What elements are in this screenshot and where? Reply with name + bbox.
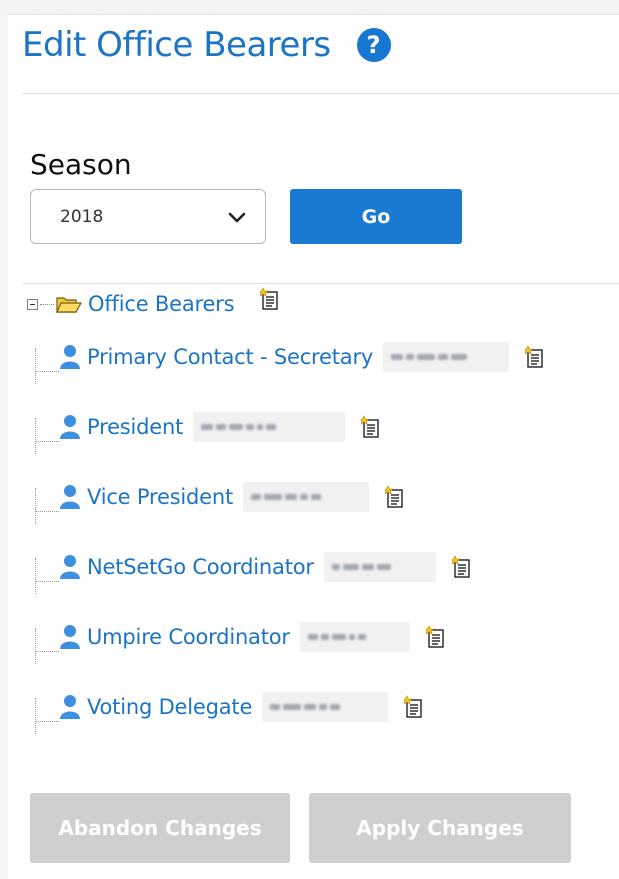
tree-item-link[interactable]: Vice President <box>87 485 233 509</box>
tree-connector <box>35 441 59 442</box>
top-bar <box>0 0 619 15</box>
tree-connector <box>35 721 59 722</box>
chevron-down-icon <box>228 212 246 223</box>
tree-item: NetSetGo Coordinator <box>35 551 472 583</box>
note-add-icon[interactable] <box>385 485 405 509</box>
note-add-icon[interactable] <box>451 555 472 579</box>
tree-divider <box>22 283 619 284</box>
tree-item-link[interactable]: Voting Delegate <box>87 695 252 719</box>
tree-item: Voting Delegate <box>35 691 424 723</box>
blurred-name <box>193 412 346 442</box>
left-gutter <box>0 14 8 879</box>
minus-box-icon[interactable] <box>27 298 38 310</box>
tree-connector <box>35 651 59 652</box>
tree-item: Vice President <box>35 481 405 513</box>
tree-root-link[interactable]: Office Bearers <box>88 292 235 316</box>
page-title: Edit Office Bearers <box>22 25 331 65</box>
apply-changes-button[interactable]: Apply Changes <box>309 793 571 863</box>
tree-connector <box>35 511 59 512</box>
tree-item-link[interactable]: President <box>87 415 183 439</box>
tree-item-link[interactable]: Umpire Coordinator <box>87 625 290 649</box>
blurred-name <box>323 552 436 582</box>
season-label: Season <box>30 148 132 181</box>
blurred-name <box>383 342 510 372</box>
user-icon <box>60 415 80 439</box>
user-icon <box>60 345 80 369</box>
go-button[interactable]: Go <box>290 189 462 244</box>
user-icon <box>60 625 80 649</box>
tree-item: Primary Contact - Secretary <box>35 341 545 373</box>
note-add-icon[interactable] <box>425 625 446 649</box>
tree-item: Umpire Coordinator <box>35 621 446 653</box>
blurred-name <box>299 622 410 652</box>
tree-item-link[interactable]: Primary Contact - Secretary <box>87 345 373 369</box>
folder-open-icon <box>56 297 82 313</box>
note-add-icon[interactable] <box>525 345 545 369</box>
note-add-icon[interactable] <box>260 287 280 311</box>
season-select[interactable]: 2018 <box>30 189 266 244</box>
help-icon[interactable]: ? <box>356 28 391 62</box>
header-divider <box>22 93 619 94</box>
season-select-value: 2018 <box>60 206 104 227</box>
tree-connector <box>35 371 59 372</box>
page-header: Edit Office Bearers ? <box>22 28 391 62</box>
tree-root: Office Bearers <box>27 287 280 318</box>
user-icon <box>60 555 80 579</box>
user-icon <box>60 695 80 719</box>
note-add-icon[interactable] <box>404 695 424 719</box>
tree-connector <box>40 303 54 305</box>
tree-item-link[interactable]: NetSetGo Coordinator <box>87 555 314 579</box>
blurred-name <box>262 692 389 722</box>
user-icon <box>60 485 80 509</box>
blurred-name <box>243 482 370 512</box>
tree-connector <box>35 581 59 582</box>
note-add-icon[interactable] <box>361 415 381 439</box>
tree-item: President <box>35 411 381 443</box>
abandon-changes-button[interactable]: Abandon Changes <box>30 793 290 863</box>
